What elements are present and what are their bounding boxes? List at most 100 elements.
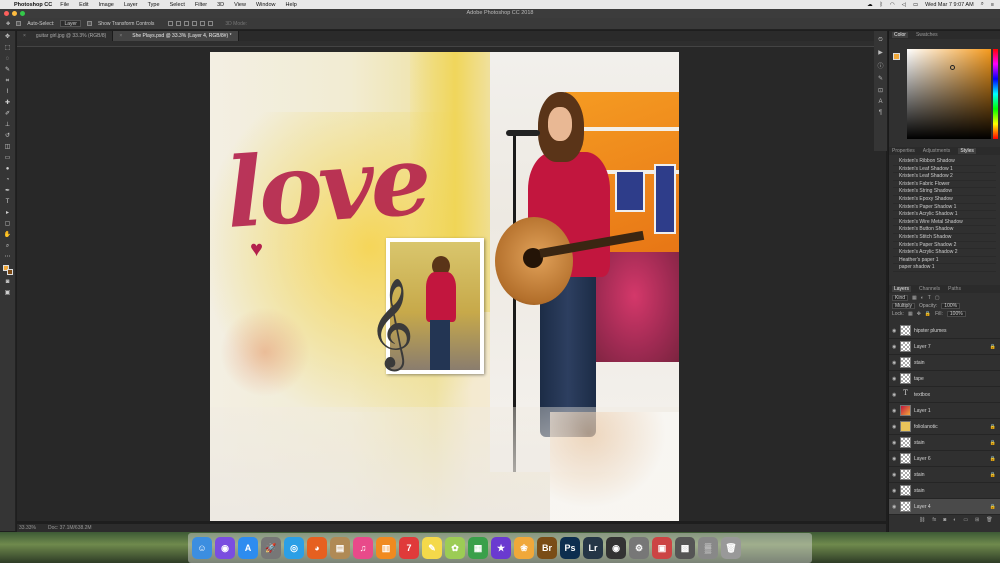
new-layer-icon[interactable]: ⊞ — [975, 517, 979, 523]
move-tool-icon[interactable]: ✥ — [6, 21, 10, 27]
path-select-icon[interactable]: ▸ — [4, 210, 12, 217]
menu-view[interactable]: View — [234, 2, 246, 8]
tab-color[interactable]: Color — [892, 32, 908, 38]
layer-row[interactable]: ◉ stain — [889, 483, 1000, 499]
brush-presets-icon[interactable]: ✎ — [878, 75, 883, 82]
tab-swatches[interactable]: Swatches — [916, 32, 938, 38]
spotlight-icon[interactable]: ⌕ — [981, 1, 984, 8]
blur-icon[interactable]: ● — [4, 166, 12, 173]
align-bottom-icon[interactable] — [184, 21, 190, 26]
app-store-icon[interactable]: A — [238, 537, 258, 559]
visibility-eye-icon[interactable]: ◉ — [892, 408, 897, 414]
menu-help[interactable]: Help — [286, 2, 297, 8]
dodge-icon[interactable]: ◔ — [4, 177, 12, 184]
close-icon[interactable]: × — [119, 31, 122, 41]
menu-edit[interactable]: Edit — [79, 2, 88, 8]
tab-guitar-girl[interactable]: × guitar girl.jpg @ 33.3% (RGB/8) — [17, 31, 114, 41]
visibility-eye-icon[interactable]: ◉ — [892, 472, 897, 478]
visibility-eye-icon[interactable]: ◉ — [892, 392, 897, 398]
battery-icon[interactable]: ▭ — [913, 2, 918, 8]
trash-icon[interactable]: 🗑 — [721, 537, 741, 559]
lasso-icon[interactable]: ◌ — [4, 56, 12, 63]
layer-name[interactable]: Layer 6 — [914, 456, 931, 462]
more-tools-icon[interactable]: ⋯ — [4, 254, 12, 261]
layer-row[interactable]: ◉ tape — [889, 371, 1000, 387]
calendar-alt-icon[interactable]: ▣ — [652, 537, 672, 559]
close-icon[interactable]: × — [23, 31, 26, 41]
layer-row[interactable]: ◉ Ttextbox — [889, 387, 1000, 403]
minimize-window-icon[interactable] — [12, 11, 17, 16]
ibooks-icon[interactable]: ▥ — [376, 537, 396, 559]
document-workspace[interactable]: love ♥ 𝄞 — [17, 41, 886, 521]
siri-icon[interactable]: ◉ — [215, 537, 235, 559]
system-preferences-icon[interactable]: ⚙ — [629, 537, 649, 559]
style-item[interactable]: Kristen's Leaf Shadow 2 — [893, 173, 996, 181]
lightroom-icon[interactable]: Lr — [583, 537, 603, 559]
layer-row[interactable]: ◉ hipster plumes — [889, 323, 1000, 339]
eraser-icon[interactable]: ◫ — [4, 144, 12, 151]
volume-icon[interactable]: ◁ — [902, 2, 906, 8]
fill-field[interactable]: 100% — [946, 311, 966, 317]
style-item[interactable]: Kristen's Acrylic Shadow 2 — [893, 249, 996, 257]
layer-name[interactable]: hipster plumes — [914, 328, 947, 334]
layer-row[interactable]: ◉ Layer 4 🔒 — [889, 499, 1000, 515]
style-item[interactable]: Kristen's Stitch Shadow — [893, 234, 996, 242]
play-actions-icon[interactable]: ▶ — [878, 49, 883, 56]
menu-type[interactable]: Type — [148, 2, 160, 8]
creative-cloud-icon[interactable]: ☁ — [867, 2, 873, 8]
calculator-icon[interactable]: ▩ — [675, 537, 695, 559]
menu-filter[interactable]: Filter — [195, 2, 207, 8]
notes-folder-icon[interactable]: ▤ — [330, 537, 350, 559]
style-item[interactable]: Kristen's Button Shadow — [893, 226, 996, 234]
lock-pixels-icon[interactable]: ▦ — [908, 311, 913, 317]
filter-shape-icon[interactable]: ▢ — [935, 295, 940, 301]
info-panel-icon[interactable]: ⓘ — [877, 61, 883, 70]
zoom-level[interactable]: 33.33% — [19, 525, 36, 531]
tab-layers[interactable]: Layers — [892, 286, 912, 292]
align-left-icon[interactable] — [192, 21, 198, 26]
style-item[interactable]: Kristen's Fabric Flower — [893, 181, 996, 189]
finder-icon[interactable]: ☺ — [192, 537, 212, 559]
screen-mode-icon[interactable]: ▣ — [4, 290, 12, 297]
style-item[interactable]: Kristen's Wire Metal Shadow — [893, 219, 996, 227]
visibility-eye-icon[interactable]: ◉ — [892, 456, 897, 462]
menu-image[interactable]: Image — [99, 2, 114, 8]
visibility-eye-icon[interactable]: ◉ — [892, 440, 897, 446]
filter-type-icon[interactable]: T — [928, 295, 931, 301]
character-panel-icon[interactable]: A — [878, 99, 882, 105]
paragraph-panel-icon[interactable]: ¶ — [879, 110, 882, 116]
photos-icon[interactable]: ✿ — [445, 537, 465, 559]
tab-paths[interactable]: Paths — [948, 286, 961, 292]
menu-window[interactable]: Window — [256, 2, 276, 8]
style-item[interactable]: paper shadow 1 — [893, 264, 996, 272]
launchpad-icon[interactable]: 🚀 — [261, 537, 281, 559]
firefox-icon[interactable]: ◕ — [307, 537, 327, 559]
menu-3d[interactable]: 3D — [217, 2, 224, 8]
visibility-eye-icon[interactable]: ◉ — [892, 360, 897, 366]
hue-slider[interactable] — [993, 49, 998, 139]
photos-app-icon[interactable]: ❀ — [514, 537, 534, 559]
opacity-field[interactable]: 100% — [941, 303, 961, 309]
layer-row[interactable]: ◉ Layer 7 🔒 — [889, 339, 1000, 355]
zoom-window-icon[interactable] — [20, 11, 25, 16]
menu-select[interactable]: Select — [170, 2, 185, 8]
transform-controls-checkbox[interactable] — [86, 21, 92, 26]
tab-styles[interactable]: Styles — [958, 148, 976, 154]
add-mask-icon[interactable]: ◙ — [943, 517, 946, 523]
hand-icon[interactable]: ✋ — [4, 232, 12, 239]
visibility-eye-icon[interactable]: ◉ — [892, 328, 897, 334]
app-menu[interactable]: Photoshop CC — [14, 2, 52, 8]
visibility-eye-icon[interactable]: ◉ — [892, 504, 897, 510]
fx-icon[interactable]: fx — [932, 517, 936, 523]
style-item[interactable]: Kristen's Paper Shadow 1 — [893, 204, 996, 212]
layer-name[interactable]: textbox — [914, 392, 930, 398]
bridge-icon[interactable]: Br — [537, 537, 557, 559]
quick-select-icon[interactable]: ✎ — [4, 67, 12, 74]
style-item[interactable]: Kristen's Acrylic Shadow 1 — [893, 211, 996, 219]
layer-name[interactable]: stain — [914, 360, 925, 366]
pen-icon[interactable]: ✒ — [4, 188, 12, 195]
menu-file[interactable]: File — [60, 2, 69, 8]
history-panel-icon[interactable]: ⏲ — [878, 37, 883, 44]
type-icon[interactable]: T — [4, 199, 12, 206]
color-picker-field[interactable] — [907, 49, 991, 139]
